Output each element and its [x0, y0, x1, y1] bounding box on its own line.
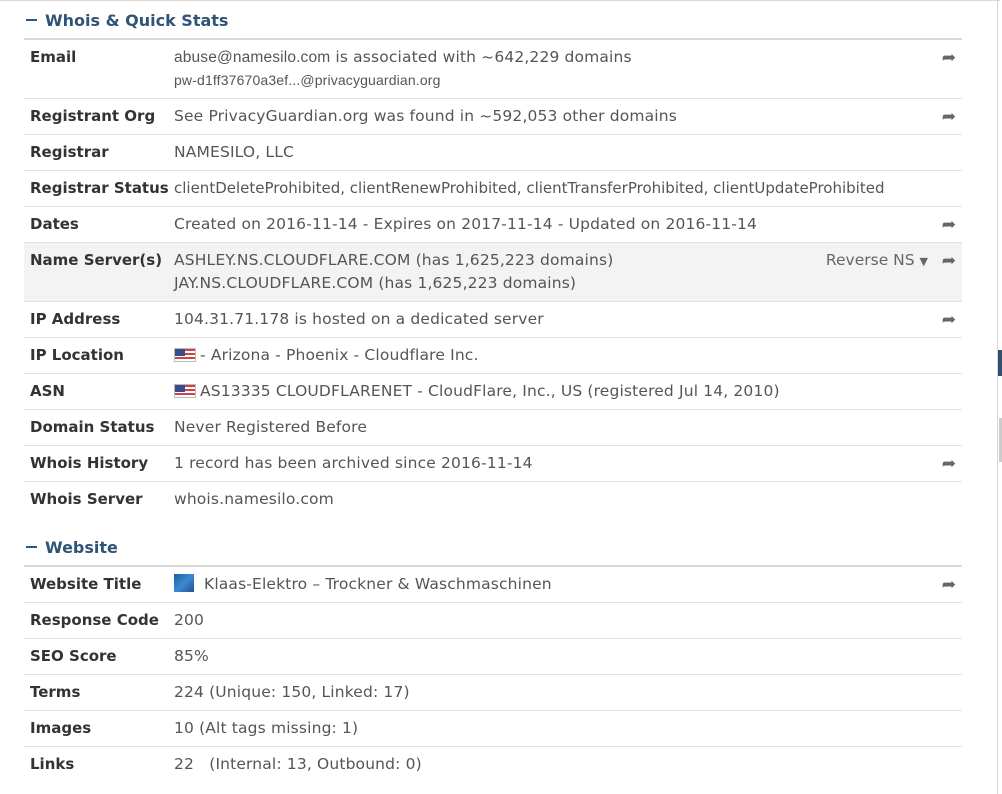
row-whois-history: Whois History 1 record has been archived…: [24, 446, 962, 482]
us-flag-icon: [174, 384, 196, 398]
row-terms: Terms 224 (Unique: 150, Linked: 17): [24, 675, 962, 711]
value-email: abuse@namesilo.com is associated with ~6…: [174, 46, 962, 92]
reverse-ns-label: Reverse NS: [825, 251, 915, 269]
row-seo-score: SEO Score 85%: [24, 639, 962, 675]
value-dates: Created on 2016-11-14 - Expires on 2017-…: [174, 215, 758, 233]
us-flag-icon: [174, 348, 196, 362]
caret-down-icon: ▼: [919, 255, 928, 268]
site-favicon-icon: [174, 574, 194, 592]
share-arrow-icon[interactable]: ➦: [942, 48, 956, 68]
collapse-icon[interactable]: [26, 546, 37, 548]
email-secondary[interactable]: pw-d1ff37670a3ef...@privacyguardian.org: [174, 69, 962, 92]
label-links: Links: [30, 755, 75, 773]
frame-right-border: [997, 0, 998, 794]
share-arrow-icon[interactable]: ➦: [942, 215, 956, 235]
value-website-title: Klaas-Elektro – Trockner & Waschmaschine…: [204, 575, 552, 593]
row-asn: ASN AS13335 CLOUDFLARENET - CloudFlare, …: [24, 374, 962, 410]
frame-top-border: [0, 0, 1000, 1]
value-whois-server: whois.namesilo.com: [174, 490, 334, 508]
whois-section-header[interactable]: Whois & Quick Stats: [24, 2, 962, 40]
reverse-ns-dropdown[interactable]: Reverse NS ▼: [826, 249, 928, 273]
label-seo-score: SEO Score: [30, 647, 117, 665]
value-asn: AS13335 CLOUDFLARENET - CloudFlare, Inc.…: [200, 382, 780, 400]
label-response-code: Response Code: [30, 611, 159, 629]
label-ip-address: IP Address: [30, 310, 121, 328]
website-section-title: Website: [45, 537, 118, 557]
email-association: is associated with ~642,229 domains: [330, 48, 632, 66]
value-images: 10 (Alt tags missing: 1): [174, 719, 359, 737]
label-registrar-status: Registrar Status: [30, 179, 169, 197]
row-whois-server: Whois Server whois.namesilo.com: [24, 482, 962, 518]
label-name-servers: Name Server(s): [30, 251, 163, 269]
value-ip-location: - Arizona - Phoenix - Cloudflare Inc.: [200, 346, 479, 364]
name-server-2[interactable]: JAY.NS.CLOUDFLARE.COM (has 1,625,223 dom…: [174, 272, 962, 295]
value-registrant-org: See PrivacyGuardian.org was found in ~59…: [174, 107, 677, 125]
row-response-code: Response Code 200: [24, 603, 962, 639]
row-domain-status: Domain Status Never Registered Before: [24, 410, 962, 446]
row-email: Email abuse@namesilo.com is associated w…: [24, 40, 962, 99]
row-name-servers: Name Server(s) ASHLEY.NS.CLOUDFLARE.COM …: [24, 243, 962, 302]
row-dates: Dates Created on 2016-11-14 - Expires on…: [24, 207, 962, 243]
value-asn-wrap: AS13335 CLOUDFLARENET - CloudFlare, Inc.…: [174, 380, 962, 403]
label-whois-server: Whois Server: [30, 490, 143, 508]
label-images: Images: [30, 719, 92, 737]
value-links: 22 (Internal: 13, Outbound: 0): [174, 755, 422, 773]
row-registrar: Registrar NAMESILO, LLC: [24, 135, 962, 171]
whois-panel: Whois & Quick Stats Email abuse@namesilo…: [24, 2, 962, 518]
label-whois-history: Whois History: [30, 454, 149, 472]
collapse-icon[interactable]: [26, 19, 37, 21]
label-email: Email: [30, 48, 77, 66]
row-registrant-org: Registrant Org See PrivacyGuardian.org w…: [24, 99, 962, 135]
label-terms: Terms: [30, 683, 81, 701]
value-registrar-status: clientDeleteProhibited, clientRenewProhi…: [174, 179, 885, 197]
share-arrow-icon[interactable]: ➦: [942, 575, 956, 595]
whois-section-title: Whois & Quick Stats: [45, 10, 229, 30]
share-arrow-icon[interactable]: ➦: [942, 454, 956, 474]
email-address[interactable]: abuse@namesilo.com: [174, 49, 330, 66]
value-website-title-wrap: Klaas-Elektro – Trockner & Waschmaschine…: [174, 573, 962, 596]
row-registrar-status: Registrar Status clientDeleteProhibited,…: [24, 171, 962, 207]
website-section-header[interactable]: Website: [24, 529, 962, 567]
value-domain-status: Never Registered Before: [174, 418, 368, 436]
value-terms: 224 (Unique: 150, Linked: 17): [174, 683, 410, 701]
value-seo-score: 85%: [174, 647, 209, 665]
value-ip-address: 104.31.71.178 is hosted on a dedicated s…: [174, 310, 544, 328]
value-whois-history: 1 record has been archived since 2016-11…: [174, 454, 533, 472]
row-ip-address: IP Address 104.31.71.178 is hosted on a …: [24, 302, 962, 338]
label-ip-location: IP Location: [30, 346, 124, 364]
row-links: Links 22 (Internal: 13, Outbound: 0): [24, 747, 962, 783]
row-ip-location: IP Location - Arizona - Phoenix - Cloudf…: [24, 338, 962, 374]
website-panel: Website Website Title Klaas-Elektro – Tr…: [24, 529, 962, 783]
label-registrar: Registrar: [30, 143, 109, 161]
label-registrant-org: Registrant Org: [30, 107, 156, 125]
value-registrar: NAMESILO, LLC: [174, 143, 294, 161]
row-website-title: Website Title Klaas-Elektro – Trockner &…: [24, 567, 962, 603]
share-arrow-icon[interactable]: ➦: [942, 107, 956, 127]
label-domain-status: Domain Status: [30, 418, 155, 436]
label-asn: ASN: [30, 382, 65, 400]
label-dates: Dates: [30, 215, 79, 233]
row-images: Images 10 (Alt tags missing: 1): [24, 711, 962, 747]
value-response-code: 200: [174, 611, 205, 629]
label-website-title: Website Title: [30, 575, 142, 593]
share-arrow-icon[interactable]: ➦: [942, 310, 956, 330]
side-accent: [998, 350, 1002, 376]
value-ip-location-wrap: - Arizona - Phoenix - Cloudflare Inc.: [174, 344, 962, 367]
share-arrow-icon[interactable]: ➦: [942, 251, 956, 271]
